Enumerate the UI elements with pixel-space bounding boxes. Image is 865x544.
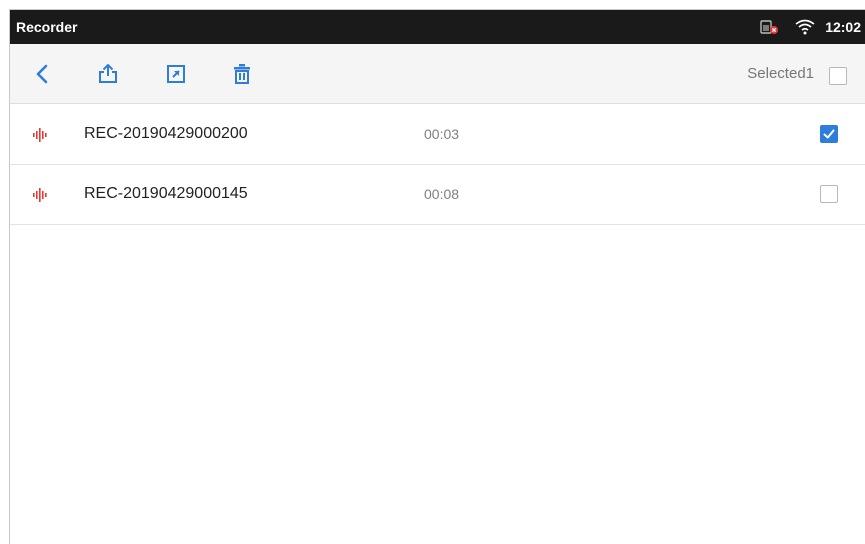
list-item[interactable]: REC-20190429000145 00:08 bbox=[10, 165, 865, 225]
delete-icon bbox=[234, 64, 250, 84]
audio-waveform-icon bbox=[33, 188, 47, 202]
app-title: Recorder bbox=[16, 19, 78, 35]
status-bar: Recorder 12:02 bbox=[10, 10, 865, 44]
delete-button[interactable] bbox=[228, 60, 256, 88]
wifi-icon bbox=[795, 19, 815, 35]
open-external-button[interactable] bbox=[162, 60, 190, 88]
open-external-icon bbox=[167, 65, 185, 83]
share-button[interactable] bbox=[94, 60, 122, 88]
recording-duration: 00:03 bbox=[424, 126, 460, 142]
action-toolbar: Selected1 bbox=[10, 44, 865, 104]
audio-waveform-icon bbox=[33, 128, 47, 142]
share-icon bbox=[99, 64, 117, 83]
list-item[interactable]: REC-20190429000200 00:03 bbox=[10, 105, 865, 165]
back-button[interactable] bbox=[28, 60, 56, 88]
status-icons: 12:02 bbox=[759, 17, 861, 37]
status-time: 12:02 bbox=[825, 19, 861, 35]
recording-duration: 00:08 bbox=[424, 186, 460, 202]
app-window: Recorder 12:02 Selected1 REC-20190429000… bbox=[9, 9, 865, 544]
back-icon bbox=[36, 64, 48, 84]
sim-error-icon bbox=[759, 19, 781, 35]
recording-checkbox[interactable] bbox=[820, 185, 838, 203]
recording-checkbox[interactable] bbox=[820, 125, 838, 143]
select-all-checkbox[interactable] bbox=[829, 67, 847, 85]
recordings-list: REC-20190429000200 00:03 REC-20190429000… bbox=[10, 105, 865, 225]
recording-name: REC-20190429000145 bbox=[84, 185, 248, 202]
recording-name: REC-20190429000200 bbox=[84, 125, 248, 142]
checkmark-icon bbox=[823, 129, 835, 139]
selected-count-label: Selected1 bbox=[747, 65, 814, 82]
